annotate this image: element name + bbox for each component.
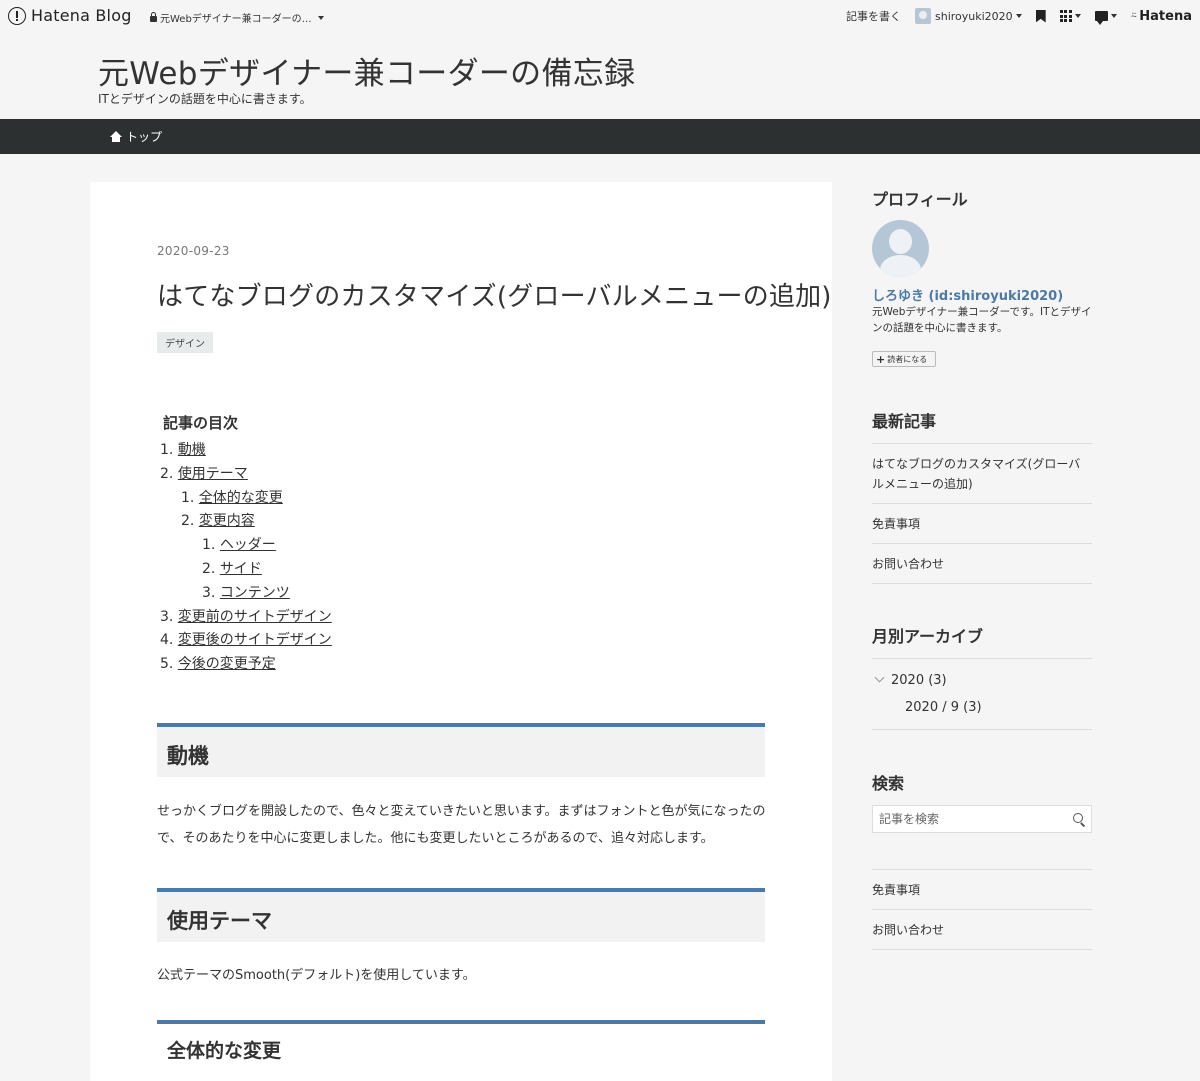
toc-link[interactable]: 使用テーマ <box>178 466 248 482</box>
category-tag[interactable]: デザイン <box>157 332 213 353</box>
blog-description: ITとデザインの話題を中心に書きます。 <box>98 92 312 106</box>
toc-link[interactable]: コンテンツ <box>220 585 290 601</box>
article-card: 2020-09-23 はてなブログのカスタマイズ(グローバルメニューの追加) デ… <box>90 182 832 1081</box>
toc-title: 記事の目次 <box>163 414 239 432</box>
recent-article-link[interactable]: 免責事項 <box>872 503 1092 543</box>
entry-title[interactable]: はてなブログのカスタマイズ(グローバルメニューの追加) <box>157 276 832 313</box>
toc-link[interactable]: サイド <box>220 561 262 577</box>
apps-menu-button[interactable] <box>1059 10 1081 22</box>
topbar-actions: 記事を書く shiroyuki2020 ⍨ Hatena <box>832 8 1192 25</box>
chevron-down-icon[interactable] <box>874 672 885 683</box>
caret-down-icon <box>317 15 324 20</box>
home-icon <box>110 131 122 142</box>
archive-month-link[interactable]: 2020 / 9 (3) <box>905 700 982 715</box>
blog-title[interactable]: 元Webデザイナー兼コーダーの備忘録 <box>98 48 635 93</box>
user-avatar <box>915 8 931 24</box>
heading-motive: 動機 <box>157 723 765 777</box>
caret-down-icon <box>1074 14 1081 18</box>
nav-item-home[interactable]: トップ <box>110 128 162 145</box>
bookmark-icon <box>1035 9 1046 23</box>
contact-link[interactable]: お問い合わせ <box>872 909 1092 950</box>
profile-name[interactable]: しろゆき (id:shiroyuki2020) <box>872 285 1063 304</box>
archive-title: 月別アーカイブ <box>872 627 984 646</box>
bookmark-button[interactable] <box>1035 9 1046 23</box>
search-title: 検索 <box>872 774 905 793</box>
recent-article-link[interactable]: お問い合わせ <box>872 543 1092 584</box>
toc-item: 3. 変更前のサイトデザイン <box>160 608 332 625</box>
hatena-logo-icon <box>8 6 26 25</box>
chat-icon <box>1094 11 1108 25</box>
write-article-link[interactable]: 記事を書く <box>846 8 901 24</box>
toc-item: 2. サイド <box>202 560 262 577</box>
hatena-brand-label: Hatena <box>1139 8 1192 24</box>
toc-link[interactable]: 今後の変更予定 <box>178 656 276 672</box>
toc-item: 1. 動機 <box>160 442 206 458</box>
user-menu[interactable]: shiroyuki2020 <box>915 8 1022 24</box>
toc-link[interactable]: 変更後のサイトデザイン <box>178 632 332 648</box>
user-name: shiroyuki2020 <box>935 9 1013 23</box>
blog-selector[interactable]: 元Webデザイナー兼コーダーの… <box>150 10 324 25</box>
toc-item: 4. 変更後のサイトデザイン <box>160 632 332 649</box>
grid-icon <box>1059 10 1072 22</box>
subscribe-button[interactable]: + 読者になる <box>872 351 936 367</box>
table-of-contents: 記事の目次 1. 動機 2. 使用テーマ 1. 全体的な変更 2. 変更内容 1… <box>160 412 332 677</box>
toc-item: 1. 全体的な変更 <box>181 489 283 506</box>
caret-down-icon <box>1110 14 1117 18</box>
paragraph-motive: せっかくブログを開設したので、色々と変えていきたいと思います。まずはフォントと色… <box>157 804 766 846</box>
profile-avatar[interactable] <box>872 220 929 277</box>
archive-year-label: 2020 (3) <box>891 673 947 688</box>
blog-header: 元Webデザイナー兼コーダーの備忘録 ITとデザインの話題を中心に書きます。 <box>0 34 1200 120</box>
search-icon[interactable] <box>1073 813 1083 823</box>
archive-year[interactable]: 2020 (3) <box>872 672 947 688</box>
toc-link[interactable]: ヘッダー <box>220 537 276 553</box>
logo-text: Hatena Blog <box>31 6 132 25</box>
disclaimer-link[interactable]: 免責事項 <box>872 869 1092 909</box>
recent-articles-list: はてなブログのカスタマイズ(グローバルメニューの追加) 免責事項 お問い合わせ <box>872 443 1092 584</box>
hatena-topbar: Hatena Blog 元Webデザイナー兼コーダーの… 記事を書く shiro… <box>0 0 1200 34</box>
plus-icon: + <box>876 352 886 366</box>
sidebar-links: 免責事項 お問い合わせ <box>872 869 1092 950</box>
toc-item: 3. コンテンツ <box>202 584 290 601</box>
toc-item: 2. 使用テーマ <box>160 465 248 482</box>
toc-link[interactable]: 変更内容 <box>199 513 255 529</box>
lock-icon <box>150 11 157 22</box>
toc-link[interactable]: 変更前のサイトデザイン <box>178 609 332 625</box>
heading-overall-changes: 全体的な変更 <box>157 1020 765 1063</box>
notifications-button[interactable] <box>1094 11 1117 25</box>
blog-selector-label: 元Webデザイナー兼コーダーの… <box>160 14 312 25</box>
global-nav: トップ <box>0 119 1200 154</box>
search-box <box>872 805 1092 833</box>
heading-theme: 使用テーマ <box>157 888 765 942</box>
toc-link[interactable]: 動機 <box>178 442 206 458</box>
toc-item: 1. ヘッダー <box>202 537 276 554</box>
recent-title: 最新記事 <box>872 412 937 431</box>
paragraph-theme: 公式テーマのSmooth(デフォルト)を使用しています。 <box>157 968 476 983</box>
archive-list: 2020 (3) 2020 / 9 (3) <box>872 658 1092 730</box>
profile-description: 元Webデザイナー兼コーダーです。ITとデザインの話題を中心に書きます。 <box>872 306 1092 334</box>
hatena-brand-link[interactable]: ⍨ Hatena <box>1131 9 1192 24</box>
toc-item: 2. 変更内容 <box>181 513 255 530</box>
nav-home-label: トップ <box>126 130 163 144</box>
hatena-brand-icon: ⍨ <box>1130 9 1138 22</box>
hatena-blog-logo[interactable]: Hatena Blog <box>8 6 132 25</box>
recent-article-link[interactable]: はてなブログのカスタマイズ(グローバルメニューの追加) <box>872 443 1092 503</box>
entry-date[interactable]: 2020-09-23 <box>157 244 230 258</box>
subscribe-label: 読者になる <box>887 354 928 364</box>
toc-item: 5. 今後の変更予定 <box>160 656 276 673</box>
search-input[interactable] <box>873 806 1053 832</box>
caret-down-icon <box>1015 14 1022 18</box>
profile-title: プロフィール <box>872 190 968 209</box>
toc-link[interactable]: 全体的な変更 <box>199 490 283 506</box>
